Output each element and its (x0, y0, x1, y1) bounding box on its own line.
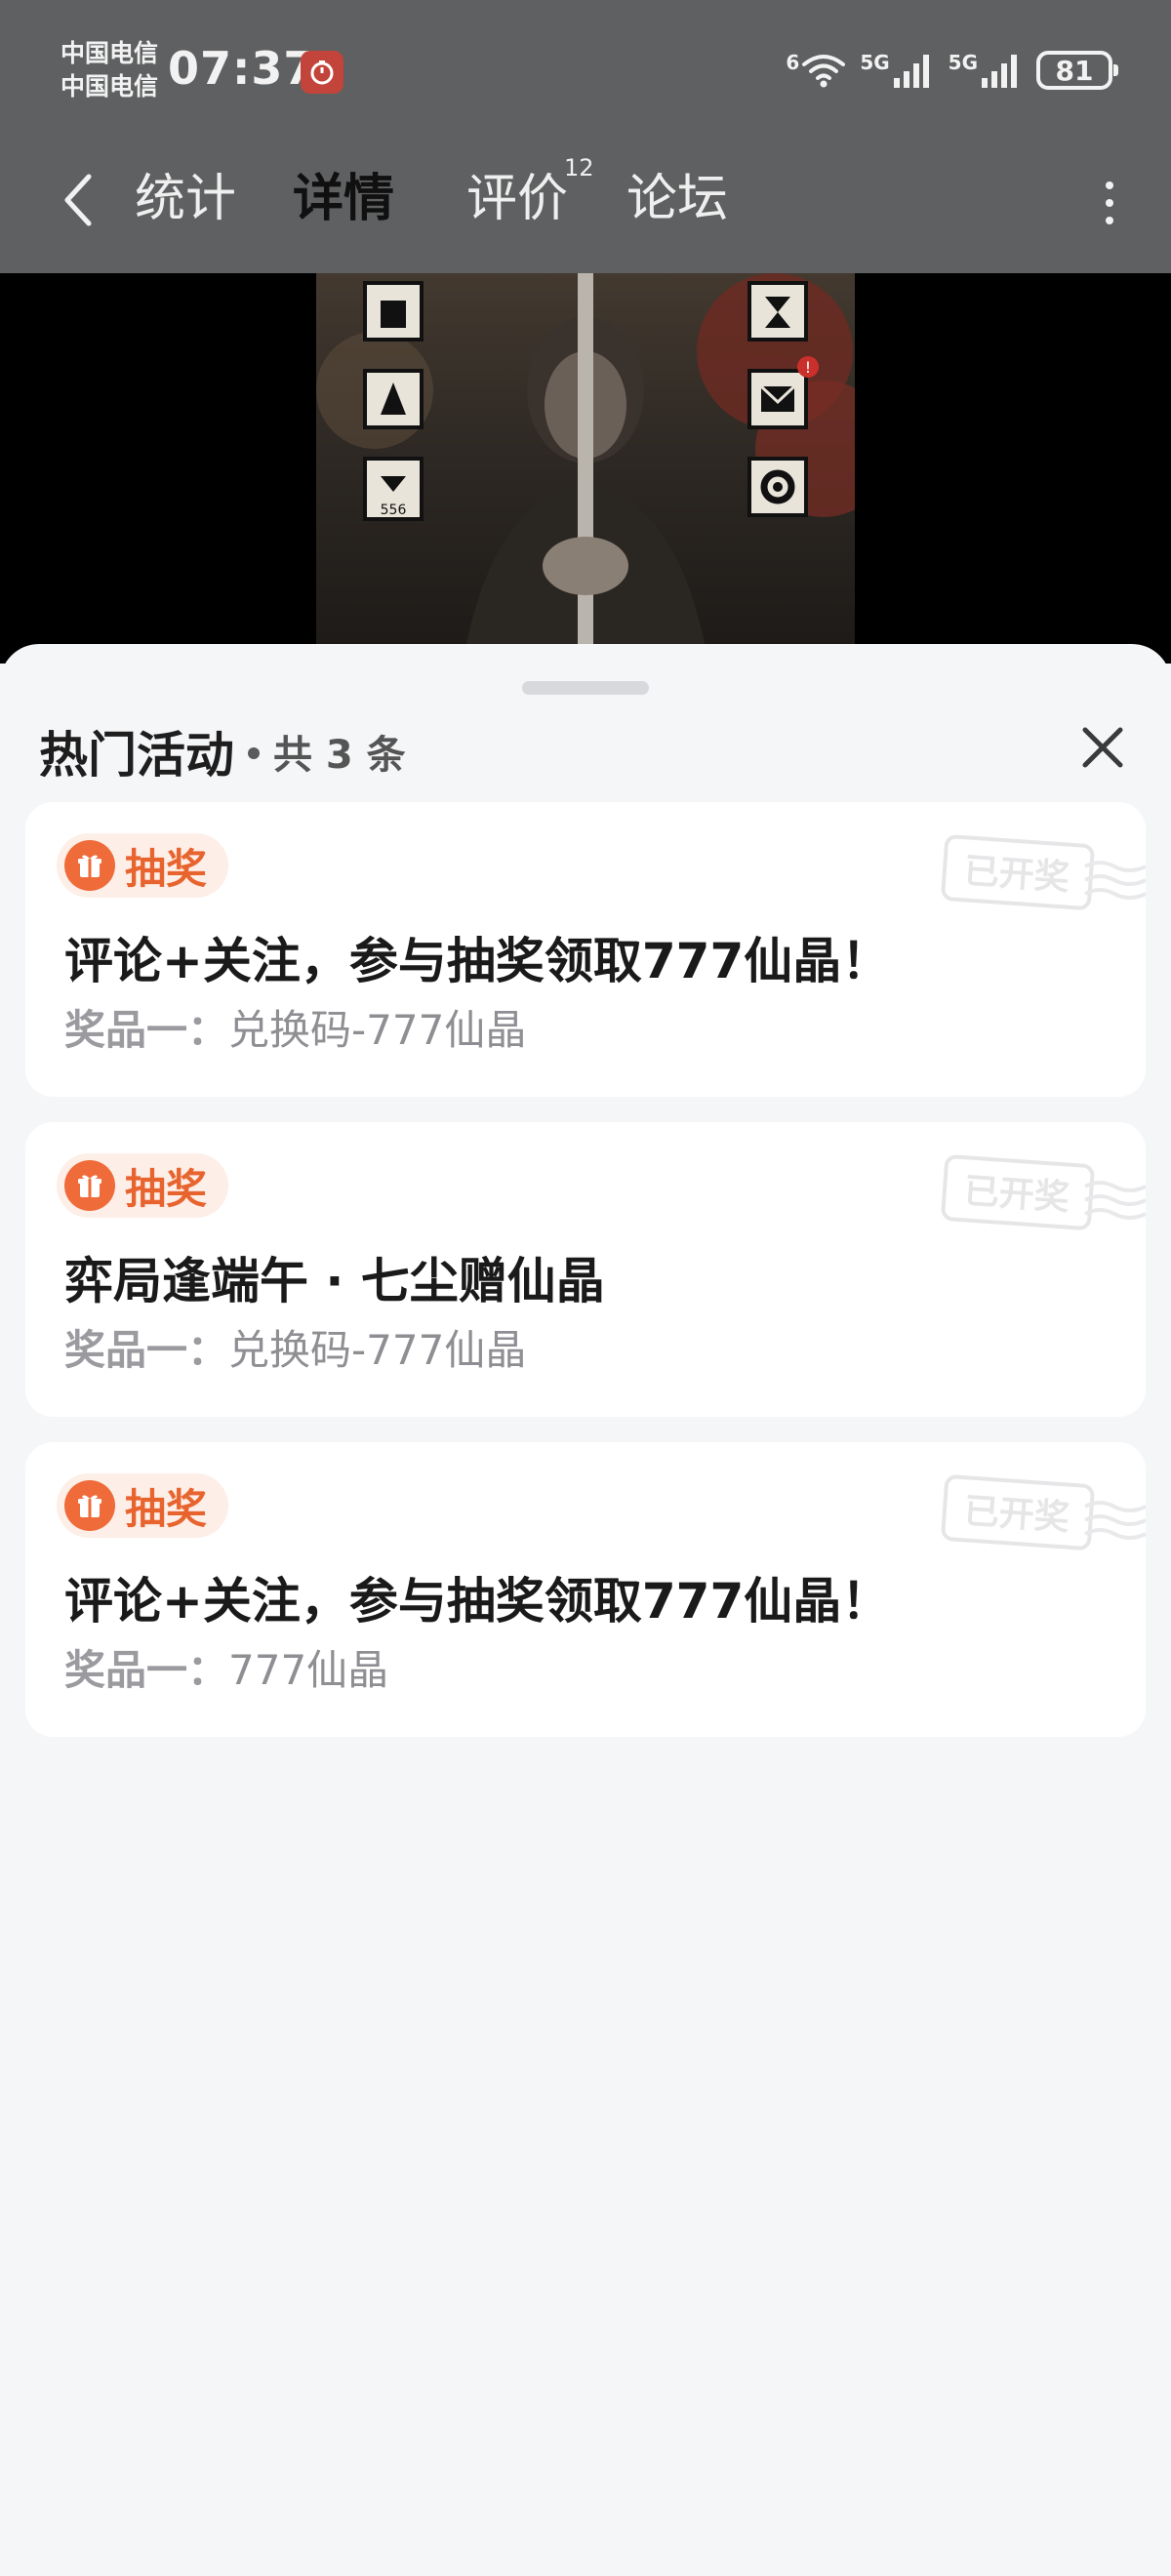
drawn-stamp-icon: 已开奖 (941, 1154, 1146, 1230)
svg-text:!: ! (805, 358, 811, 377)
reviews-count-badge: 12 (564, 154, 594, 181)
activity-prize: 奖品一：兑换码-777仙晶 (64, 1321, 526, 1380)
game-cover-image: 556 ! (316, 273, 855, 664)
cover-hourglass-icon (747, 281, 808, 342)
carrier-names: 中国电信 中国电信 (61, 37, 158, 103)
prize-label: 奖品一： (64, 1646, 229, 1694)
prize-value: 兑换码-777仙晶 (228, 1006, 527, 1054)
sim1-signal-icon: 5G (860, 51, 934, 90)
cover-settings-icon (747, 457, 808, 517)
sim2-signal-icon: 5G (949, 51, 1023, 90)
activity-prize: 奖品一：兑换码-777仙晶 (64, 1001, 526, 1060)
wifi-icon: 6 (786, 51, 846, 90)
gift-icon (64, 1480, 115, 1531)
drawn-stamp-icon: 已开奖 (941, 1474, 1146, 1550)
status-bar: 中国电信 中国电信 07:37 6 5G 5G 81 (0, 0, 1171, 137)
dimmed-header: 中国电信 中国电信 07:37 6 5G 5G 81 统计 详情 评价 12 论… (0, 0, 1171, 273)
sheet-count: 共 3 条 (273, 733, 406, 778)
lottery-tag: 抽奖 (57, 1473, 229, 1538)
activity-card[interactable]: 抽奖 评论+关注，参与抽奖领取777仙晶！ 奖品一：兑换码-777仙晶 已开奖 (25, 802, 1146, 1097)
activity-card[interactable]: 抽奖 评论+关注，参与抽奖领取777仙晶！ 奖品一：777仙晶 已开奖 (25, 1442, 1146, 1737)
tab-forum[interactable]: 论坛 (626, 164, 728, 234)
back-arrow-icon[interactable] (49, 166, 107, 234)
carrier-1: 中国电信 (61, 39, 159, 67)
status-icons: 6 5G 5G 81 (786, 43, 1118, 98)
sim1-label: 5G (860, 51, 890, 74)
lottery-tag: 抽奖 (57, 1153, 229, 1218)
separator-dot (248, 747, 260, 759)
wifi-label: 6 (786, 51, 800, 74)
activity-title: 弈局逢端午 · 七尘赠仙晶 (64, 1253, 605, 1309)
activity-card[interactable]: 抽奖 弈局逢端午 · 七尘赠仙晶 奖品一：兑换码-777仙晶 已开奖 (25, 1122, 1146, 1417)
clock: 07:37 (168, 42, 316, 95)
svg-text:556: 556 (381, 503, 407, 518)
activity-bottom-sheet: 热门活动 共 3 条 抽奖 评论+关注，参与抽奖领取777仙晶！ 奖品一：兑换码… (0, 644, 1171, 2576)
gift-icon (64, 840, 115, 891)
cover-diamond-icon: 556 (363, 457, 424, 521)
cover-figure-icon (363, 369, 424, 429)
svg-text:已开奖: 已开奖 (963, 1171, 1071, 1218)
battery-level: 81 (1055, 54, 1094, 87)
battery-indicator: 81 (1036, 51, 1118, 90)
sim2-label: 5G (948, 51, 978, 74)
tab-stats[interactable]: 统计 (135, 164, 236, 234)
sheet-header: 热门活动 共 3 条 (39, 712, 406, 790)
sheet-drag-handle[interactable] (522, 681, 649, 695)
tab-reviews[interactable]: 评价 (466, 164, 568, 234)
tag-label: 抽奖 (125, 1484, 208, 1533)
tab-details[interactable]: 详情 (293, 164, 394, 234)
game-cover-area: 556 ! (0, 273, 1171, 664)
gift-icon (64, 1160, 115, 1211)
prize-label: 奖品一： (64, 1326, 229, 1374)
tag-label: 抽奖 (125, 1164, 208, 1213)
svg-text:已开奖: 已开奖 (963, 851, 1071, 898)
svg-text:已开奖: 已开奖 (963, 1491, 1071, 1538)
notification-app-icon (301, 51, 343, 94)
tag-label: 抽奖 (125, 844, 208, 893)
cover-bag-icon (363, 281, 424, 342)
carrier-2: 中国电信 (61, 72, 159, 101)
close-icon[interactable] (1073, 718, 1132, 777)
activity-title: 评论+关注，参与抽奖领取777仙晶！ (64, 1573, 891, 1630)
drawn-stamp-icon: 已开奖 (941, 834, 1146, 910)
activity-title: 评论+关注，参与抽奖领取777仙晶！ (64, 933, 891, 989)
top-nav: 统计 详情 评价 12 论坛 (0, 146, 1171, 254)
more-options-icon[interactable] (1095, 174, 1124, 232)
sheet-title: 热门活动 (39, 727, 234, 784)
prize-label: 奖品一： (64, 1006, 229, 1054)
prize-value: 777仙晶 (228, 1646, 389, 1694)
prize-value: 兑换码-777仙晶 (228, 1326, 527, 1374)
activity-prize: 奖品一：777仙晶 (64, 1641, 388, 1700)
lottery-tag: 抽奖 (57, 833, 229, 898)
